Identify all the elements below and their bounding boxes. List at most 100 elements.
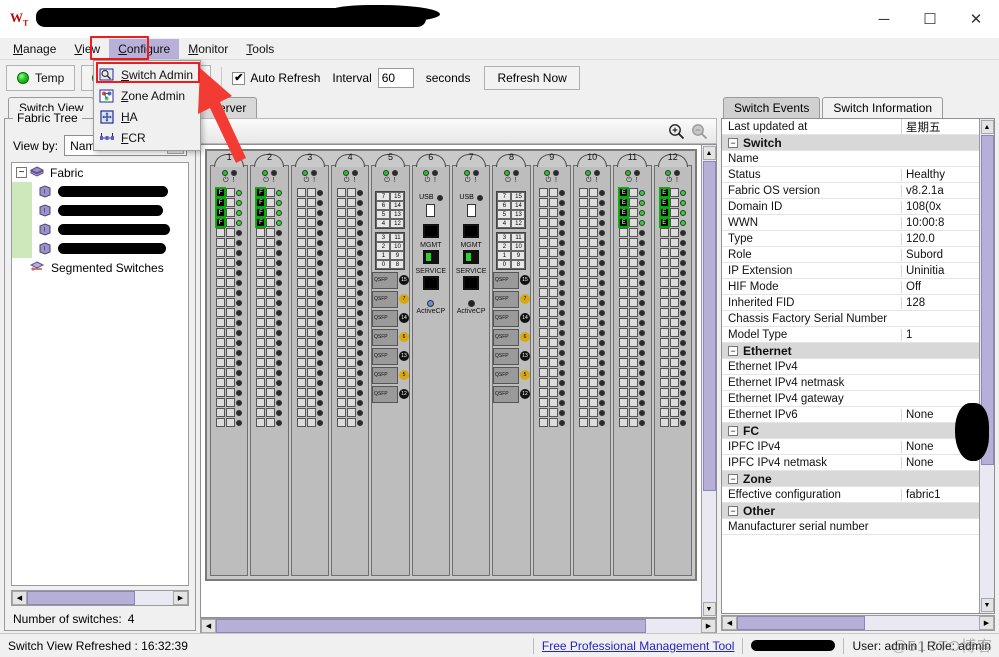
- port-row[interactable]: [334, 278, 366, 287]
- port-slot[interactable]: [659, 228, 669, 237]
- port-slot[interactable]: [296, 348, 306, 357]
- port-slot[interactable]: [266, 258, 276, 267]
- port-row[interactable]: [576, 378, 608, 387]
- port-slot[interactable]: [629, 228, 639, 237]
- port-row[interactable]: [616, 328, 648, 337]
- port-slot[interactable]: [296, 388, 306, 397]
- port-slot[interactable]: [256, 388, 266, 397]
- group-collapse-toggle[interactable]: −: [728, 345, 738, 356]
- info-group-header[interactable]: − Ethernet: [722, 343, 979, 359]
- port-slot[interactable]: [589, 218, 599, 227]
- qsfp-port[interactable]: QSFP: [492, 367, 519, 384]
- port-slot[interactable]: [347, 208, 357, 217]
- port-row[interactable]: [576, 368, 608, 377]
- port-slot[interactable]: [659, 378, 669, 387]
- port-row[interactable]: [536, 208, 568, 217]
- menu-option-fcr[interactable]: FCR: [94, 127, 200, 148]
- port-slot[interactable]: [226, 298, 236, 307]
- port-slot[interactable]: [548, 188, 558, 197]
- port-row[interactable]: [294, 188, 326, 197]
- port-slot[interactable]: [347, 278, 357, 287]
- core-port-cell[interactable]: 7: [376, 192, 391, 201]
- port-slot[interactable]: F: [256, 198, 266, 207]
- port-row[interactable]: [294, 228, 326, 237]
- port-slot[interactable]: [347, 308, 357, 317]
- port-row[interactable]: [536, 298, 568, 307]
- port-row[interactable]: [294, 308, 326, 317]
- qsfp-port[interactable]: QSFP: [492, 310, 519, 327]
- port-slot[interactable]: [659, 408, 669, 417]
- menu-item-tools[interactable]: Tools: [237, 39, 283, 59]
- port-row[interactable]: [536, 248, 568, 257]
- port-row[interactable]: [334, 268, 366, 277]
- port-row[interactable]: E: [657, 198, 689, 207]
- port-row[interactable]: [213, 388, 245, 397]
- port-slot[interactable]: [538, 188, 548, 197]
- scroll-left-button[interactable]: ◀: [12, 591, 27, 605]
- port-slot[interactable]: [347, 358, 357, 367]
- port-row[interactable]: [536, 348, 568, 357]
- port-row[interactable]: [616, 248, 648, 257]
- port-slot[interactable]: [226, 358, 236, 367]
- port-slot[interactable]: [337, 378, 347, 387]
- port-slot[interactable]: [579, 228, 589, 237]
- chassis-slot-7[interactable]: 7 ⏻ ! USB MGMT SERVICE ActiveCP: [451, 152, 491, 576]
- scroll-track[interactable]: [216, 618, 701, 633]
- port-slot[interactable]: [579, 388, 589, 397]
- port-slot[interactable]: [619, 298, 629, 307]
- port-row[interactable]: [536, 398, 568, 407]
- fabric-tree[interactable]: − Fabric I I I I Segmented Switches: [11, 162, 189, 586]
- port-row[interactable]: E: [616, 198, 648, 207]
- port-slot[interactable]: [337, 328, 347, 337]
- port-slot[interactable]: [306, 408, 316, 417]
- port-row[interactable]: [616, 378, 648, 387]
- info-row[interactable]: Ethernet IPv4 netmask: [722, 375, 979, 391]
- port-row[interactable]: [616, 368, 648, 377]
- port-slot[interactable]: [347, 218, 357, 227]
- port-slot[interactable]: F: [256, 188, 266, 197]
- port-slot[interactable]: [306, 348, 316, 357]
- port-slot[interactable]: [226, 268, 236, 277]
- chassis-slot-9[interactable]: 9 ⏻ !: [532, 152, 571, 576]
- port-row[interactable]: [294, 238, 326, 247]
- port-row[interactable]: [294, 338, 326, 347]
- port-slot[interactable]: [619, 308, 629, 317]
- port-slot[interactable]: [589, 338, 599, 347]
- port-row[interactable]: [536, 188, 568, 197]
- port-row[interactable]: [294, 418, 326, 427]
- port-slot[interactable]: [347, 418, 357, 427]
- port-slot[interactable]: [659, 348, 669, 357]
- port-row[interactable]: [213, 258, 245, 267]
- port-row[interactable]: E: [657, 188, 689, 197]
- port-slot[interactable]: [306, 188, 316, 197]
- port-slot[interactable]: [589, 238, 599, 247]
- port-row[interactable]: [253, 388, 285, 397]
- port-slot[interactable]: [216, 398, 226, 407]
- port-slot[interactable]: [296, 188, 306, 197]
- chassis-slot-2[interactable]: 2 ⏻ ! F F F F: [250, 152, 289, 576]
- port-slot[interactable]: [256, 408, 266, 417]
- core-port-cell[interactable]: 14: [511, 201, 526, 210]
- port-slot[interactable]: [589, 198, 599, 207]
- port-slot[interactable]: [548, 398, 558, 407]
- port-row[interactable]: [536, 338, 568, 347]
- port-slot[interactable]: [538, 378, 548, 387]
- port-row[interactable]: [536, 358, 568, 367]
- port-slot[interactable]: [548, 338, 558, 347]
- port-slot[interactable]: [266, 358, 276, 367]
- port-row[interactable]: [253, 378, 285, 387]
- port-slot[interactable]: [306, 368, 316, 377]
- port-slot[interactable]: [296, 288, 306, 297]
- port-slot[interactable]: [619, 228, 629, 237]
- port-row[interactable]: [294, 348, 326, 357]
- port-row[interactable]: [536, 288, 568, 297]
- port-slot[interactable]: [579, 298, 589, 307]
- port-slot[interactable]: [538, 218, 548, 227]
- port-row[interactable]: [657, 288, 689, 297]
- port-slot[interactable]: [216, 408, 226, 417]
- port-slot[interactable]: [589, 248, 599, 257]
- port-row[interactable]: [213, 378, 245, 387]
- info-row[interactable]: Name: [722, 151, 979, 167]
- port-slot[interactable]: [256, 228, 266, 237]
- info-row[interactable]: IPFC IPv4 netmask None: [722, 455, 979, 471]
